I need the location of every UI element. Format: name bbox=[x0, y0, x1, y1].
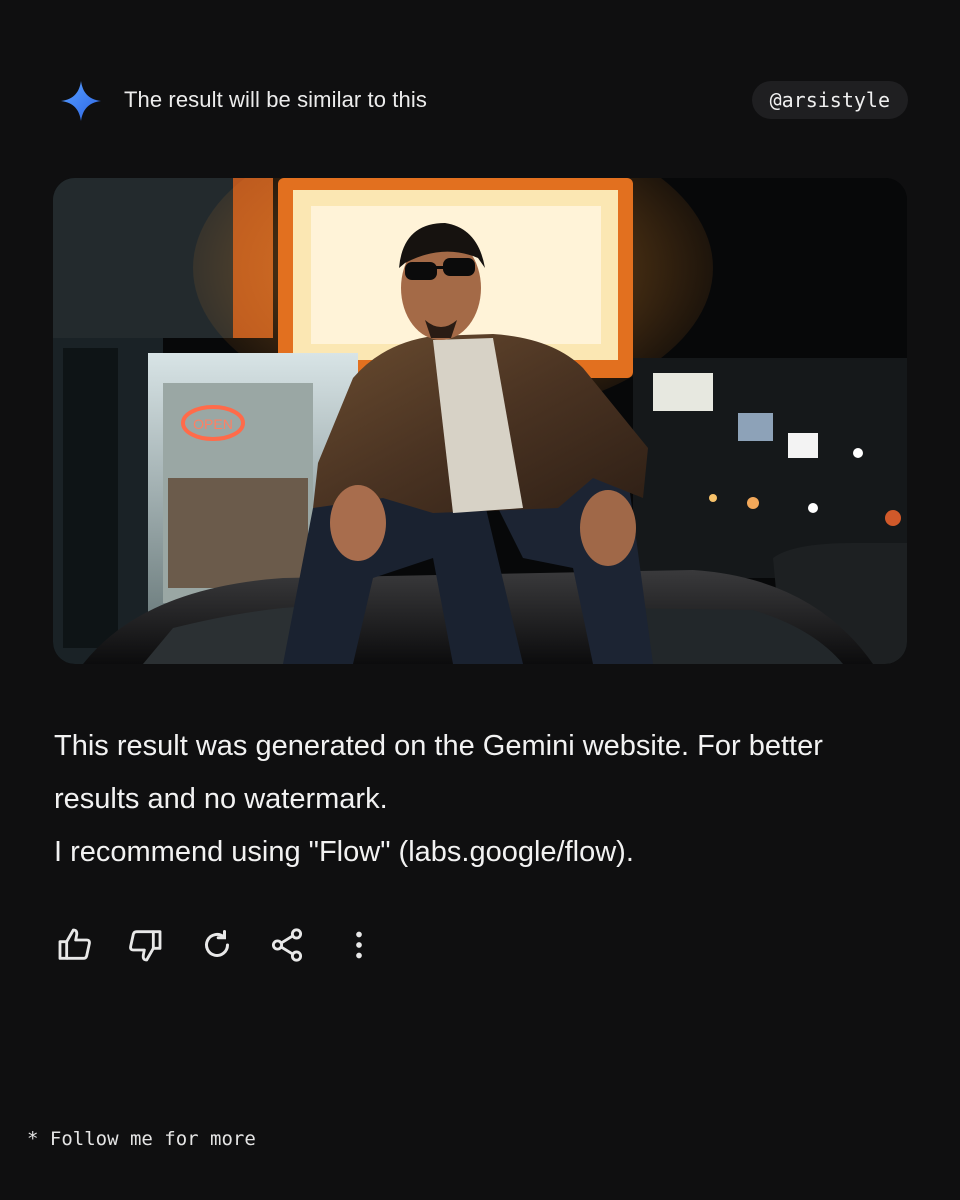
gemini-sparkle-icon bbox=[60, 80, 102, 122]
generated-image[interactable]: OPEN bbox=[53, 178, 907, 664]
more-options-button[interactable] bbox=[338, 926, 380, 968]
thumbs-down-icon bbox=[125, 925, 165, 970]
regenerate-button[interactable] bbox=[196, 926, 238, 968]
more-vert-icon bbox=[341, 927, 377, 968]
response-paragraph-1: This result was generated on the Gemini … bbox=[54, 730, 823, 815]
response-paragraph-2: I recommend using "Flow" (labs.google/fl… bbox=[54, 836, 634, 868]
share-icon bbox=[268, 926, 306, 969]
share-button[interactable] bbox=[266, 926, 308, 968]
response-header: The result will be similar to this @arsi… bbox=[58, 78, 908, 122]
thumbs-up-button[interactable] bbox=[54, 926, 96, 968]
follow-note: * Follow me for more bbox=[27, 1128, 256, 1150]
open-sign-text: OPEN bbox=[193, 416, 233, 432]
response-text: This result was generated on the Gemini … bbox=[54, 720, 854, 879]
regenerate-icon bbox=[199, 927, 235, 968]
thumbs-down-button[interactable] bbox=[124, 926, 166, 968]
header-title: The result will be similar to this bbox=[124, 87, 427, 112]
author-handle-badge[interactable]: @arsistyle bbox=[751, 81, 908, 119]
thumbs-up-icon bbox=[55, 925, 95, 970]
